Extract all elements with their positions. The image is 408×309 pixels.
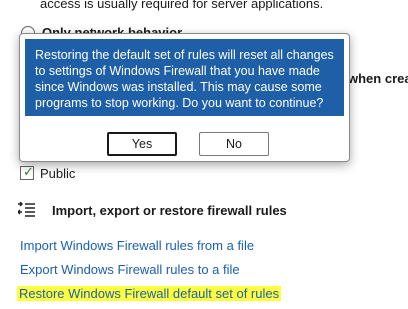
list-arrows-icon bbox=[17, 201, 36, 223]
check-icon: ✓ bbox=[23, 164, 34, 179]
import-rules-link[interactable]: Import Windows Firewall rules from a fil… bbox=[20, 238, 254, 253]
section-title: Import, export or restore firewall rules bbox=[52, 203, 287, 218]
no-button[interactable]: No bbox=[199, 132, 269, 156]
export-rules-link[interactable]: Export Windows Firewall rules to a file bbox=[20, 262, 240, 277]
dialog-message: Restoring the default set of rules will … bbox=[25, 39, 344, 116]
info-text: access is usually required for server ap… bbox=[40, 0, 324, 11]
right-option-text: when creat bbox=[348, 71, 408, 86]
yes-button[interactable]: Yes bbox=[107, 132, 177, 156]
public-checkbox[interactable]: ✓ bbox=[20, 164, 34, 180]
confirm-dialog: Restoring the default set of rules will … bbox=[19, 33, 350, 162]
public-label: Public bbox=[40, 166, 76, 181]
restore-defaults-link[interactable]: Restore Windows Firewall default set of … bbox=[17, 286, 282, 301]
